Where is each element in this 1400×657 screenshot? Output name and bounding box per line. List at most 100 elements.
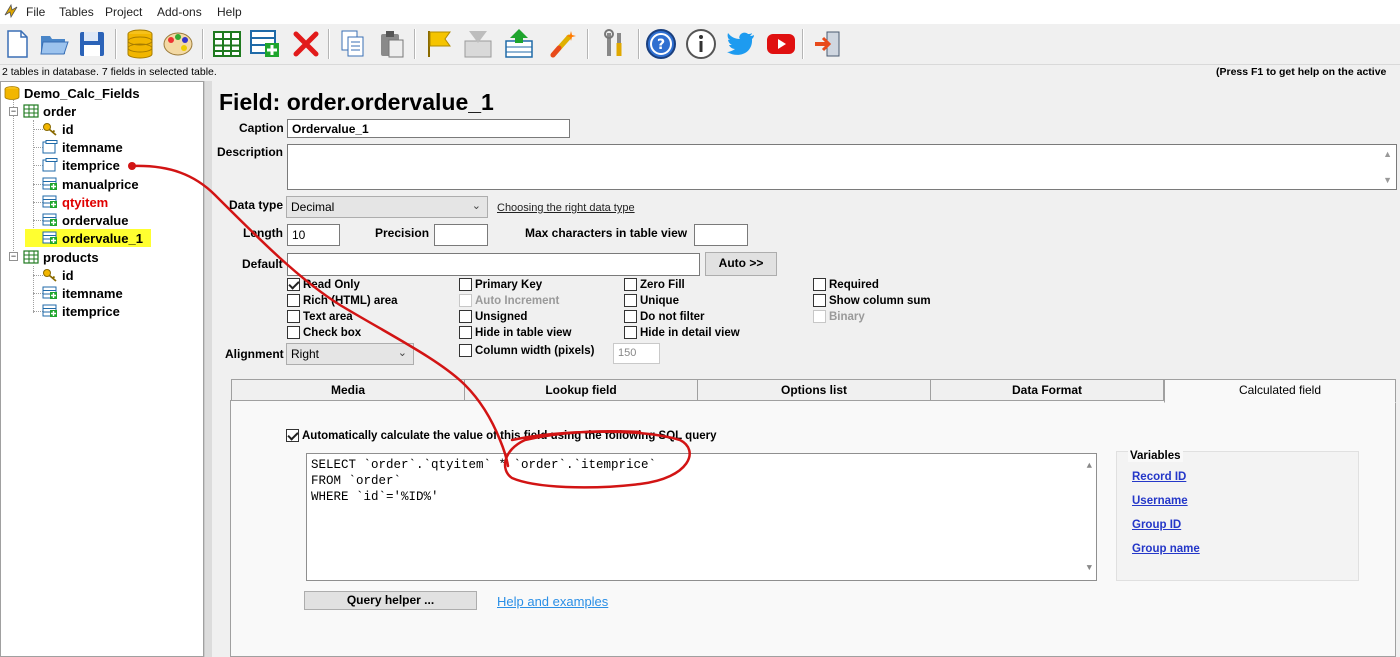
- zero-fill-checkbox[interactable]: Zero Fill: [624, 278, 685, 291]
- read-only-checkbox[interactable]: Read Only: [287, 278, 360, 291]
- variable-group-name-link[interactable]: Group name: [1132, 543, 1200, 555]
- checkbox-label: Zero Fill: [640, 278, 685, 291]
- length-input[interactable]: 10: [287, 224, 340, 246]
- variable-username-link[interactable]: Username: [1132, 495, 1188, 507]
- add-field-icon[interactable]: [248, 26, 282, 62]
- new-file-icon[interactable]: [0, 26, 34, 62]
- copy-icon[interactable]: [336, 26, 370, 62]
- collapse-toggle[interactable]: −: [9, 252, 18, 261]
- tools-icon[interactable]: [598, 26, 632, 62]
- unique-checkbox[interactable]: Unique: [624, 294, 679, 307]
- database-icon[interactable]: [123, 26, 157, 62]
- help-and-examples-link[interactable]: Help and examples: [497, 594, 608, 609]
- maxchars-input[interactable]: [694, 224, 748, 246]
- checkbox-box: [624, 326, 637, 339]
- paste-icon[interactable]: [375, 26, 409, 62]
- datatype-select[interactable]: Decimal ⌄: [286, 196, 488, 218]
- auto-increment-checkbox: Auto Increment: [459, 294, 559, 307]
- menu-project[interactable]: Project: [105, 5, 142, 19]
- menu-add-ons[interactable]: Add-ons: [157, 5, 202, 19]
- import-icon[interactable]: [461, 26, 495, 62]
- exit-icon[interactable]: [811, 26, 845, 62]
- tree-field-itemname[interactable]: itemname: [42, 284, 123, 302]
- tab-calculated-field[interactable]: Calculated field: [1164, 379, 1396, 403]
- check-box-checkbox[interactable]: Check box: [287, 326, 361, 339]
- tree-field-ordervalue[interactable]: ordervalue: [42, 211, 128, 229]
- scroll-up-icon[interactable]: ▲: [1087, 458, 1092, 474]
- flag-icon[interactable]: [422, 26, 456, 62]
- primary-key-checkbox[interactable]: Primary Key: [459, 278, 542, 291]
- menu-help[interactable]: Help: [217, 5, 242, 19]
- default-input[interactable]: [287, 253, 700, 276]
- table-grid-icon[interactable]: [210, 26, 244, 62]
- tree-field-ordervalue-1[interactable]: ordervalue_1: [25, 229, 151, 247]
- tab-lookup-field[interactable]: Lookup field: [464, 379, 698, 400]
- menu-file[interactable]: File: [26, 5, 45, 19]
- precision-input[interactable]: [434, 224, 488, 246]
- tree-database-node[interactable]: Demo_Calc_Fields: [4, 84, 140, 102]
- tree-field-qtyitem[interactable]: qtyitem: [42, 193, 108, 211]
- unsigned-checkbox[interactable]: Unsigned: [459, 310, 527, 323]
- menu-tables[interactable]: Tables: [59, 5, 94, 19]
- tree-field-id[interactable]: id: [42, 120, 74, 138]
- save-icon[interactable]: [75, 26, 109, 62]
- tree-field-itemname[interactable]: itemname: [42, 138, 123, 156]
- twitter-icon[interactable]: [724, 26, 758, 62]
- tree-field-itemprice[interactable]: itemprice: [42, 156, 120, 174]
- tab-options-list[interactable]: Options list: [697, 379, 931, 400]
- required-checkbox[interactable]: Required: [813, 278, 879, 291]
- tab-data-format[interactable]: Data Format: [930, 379, 1164, 400]
- toolbar-separator: [414, 29, 416, 59]
- delete-icon[interactable]: [289, 26, 323, 62]
- tree-field-manualprice[interactable]: manualprice: [42, 175, 139, 193]
- tab-media[interactable]: Media: [231, 379, 465, 400]
- auto-calculate-checkbox[interactable]: Automatically calculate the value of thi…: [286, 429, 717, 442]
- tree-database-label: Demo_Calc_Fields: [24, 85, 140, 101]
- toolbar-separator: [328, 29, 330, 59]
- info-icon[interactable]: [684, 26, 718, 62]
- checkbox-label: Auto Increment: [475, 294, 560, 307]
- schema-tree: Demo_Calc_Fields − order id itemname ite…: [0, 81, 204, 657]
- scroll-up-icon[interactable]: ▲: [1383, 149, 1392, 159]
- rich-html-checkbox[interactable]: Rich (HTML) area: [287, 294, 398, 307]
- panel-splitter[interactable]: [204, 81, 212, 657]
- checkbox-label: Binary: [829, 310, 865, 323]
- youtube-icon[interactable]: [764, 26, 798, 62]
- collapse-toggle[interactable]: −: [9, 107, 18, 116]
- auto-button[interactable]: Auto >>: [705, 252, 777, 276]
- show-column-sum-checkbox[interactable]: Show column sum: [813, 294, 931, 307]
- description-textarea[interactable]: ▲ ▼: [287, 144, 1397, 190]
- hide-in-detail-view-checkbox[interactable]: Hide in detail view: [624, 326, 740, 339]
- column-width-input[interactable]: 150: [613, 343, 660, 364]
- hide-in-table-view-checkbox[interactable]: Hide in table view: [459, 326, 572, 339]
- tree-field-itemprice[interactable]: itemprice: [42, 302, 120, 320]
- tree-table-products[interactable]: products: [23, 248, 99, 266]
- variable-record-id-link[interactable]: Record ID: [1132, 471, 1186, 483]
- caption-input[interactable]: Ordervalue_1: [287, 119, 570, 138]
- datatype-help-link[interactable]: Choosing the right data type: [497, 202, 635, 214]
- checkbox-label: Do not filter: [640, 310, 705, 323]
- sql-query-editor[interactable]: SELECT `order`.`qtyitem` * `order`.`item…: [306, 453, 1097, 581]
- do-not-filter-checkbox[interactable]: Do not filter: [624, 310, 705, 323]
- checkbox-label: Required: [829, 278, 879, 291]
- tree-table-order[interactable]: order: [23, 102, 76, 120]
- export-icon[interactable]: [502, 26, 536, 62]
- checkbox-box: [459, 326, 472, 339]
- magic-wand-icon[interactable]: [546, 26, 580, 62]
- text-area-checkbox[interactable]: Text area: [287, 310, 353, 323]
- palette-icon[interactable]: [161, 26, 195, 62]
- query-helper-button[interactable]: Query helper ...: [304, 591, 477, 610]
- variable-group-id-link[interactable]: Group ID: [1132, 519, 1181, 531]
- svg-text:?: ?: [657, 37, 665, 53]
- alignment-label: Alignment: [225, 347, 284, 361]
- scroll-down-icon[interactable]: ▼: [1383, 175, 1392, 185]
- checkbox-label: Unique: [640, 294, 679, 307]
- open-folder-icon[interactable]: [37, 26, 71, 62]
- toolbar-separator: [202, 29, 204, 59]
- tree-field-label: itemprice: [62, 303, 120, 319]
- tree-field-id[interactable]: id: [42, 266, 74, 284]
- alignment-select[interactable]: Right ⌄: [286, 343, 414, 365]
- scroll-down-icon[interactable]: ▼: [1087, 560, 1092, 576]
- column-width-checkbox[interactable]: Column width (pixels): [459, 344, 594, 357]
- help-icon[interactable]: ?: [644, 26, 678, 62]
